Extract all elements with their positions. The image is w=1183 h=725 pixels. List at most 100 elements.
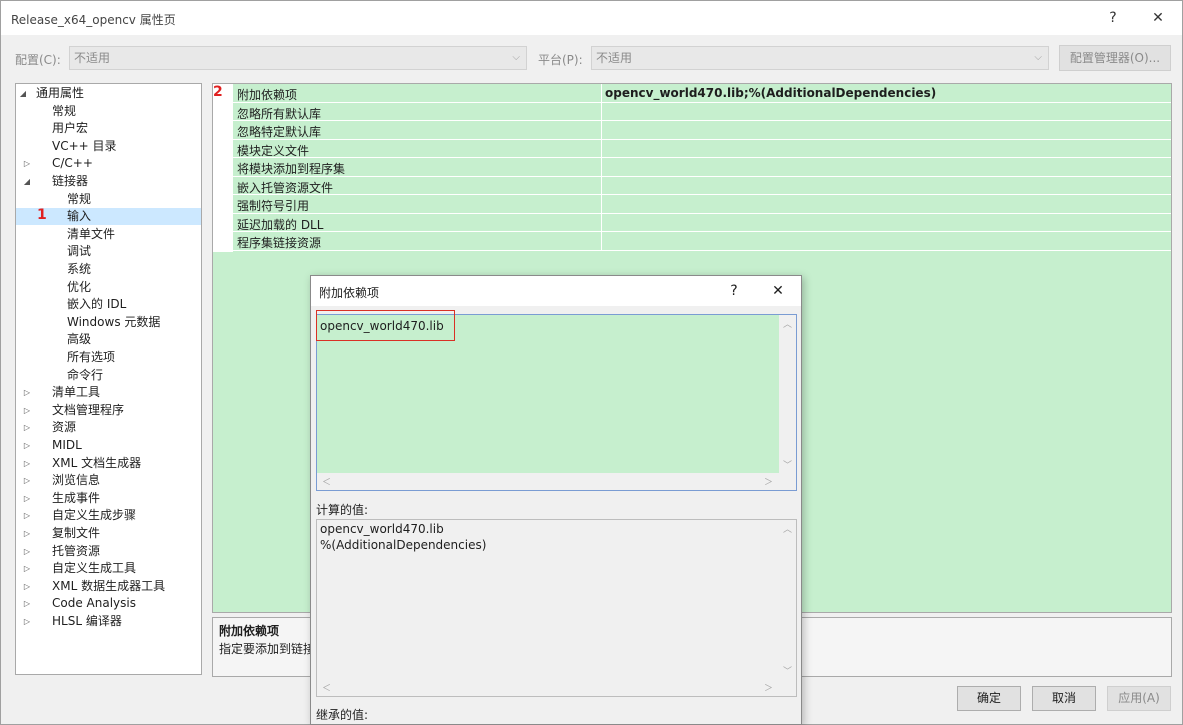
tree-item[interactable]: ▷ 自定义生成工具: [16, 560, 201, 577]
tree-item[interactable]: VC++ 目录: [16, 138, 201, 155]
cancel-button[interactable]: 取消: [1032, 686, 1096, 711]
edit-horizontal-scrollbar[interactable]: ＜ ＞: [317, 473, 796, 490]
tree-item[interactable]: 所有选项: [16, 349, 201, 366]
tree-item[interactable]: 高级: [16, 331, 201, 348]
tree-item[interactable]: ▷ Code Analysis: [16, 595, 201, 612]
computed-value-label: 计算的值:: [316, 503, 369, 517]
expand-icon[interactable]: ▷: [22, 507, 32, 524]
close-icon[interactable]: ✕: [1143, 7, 1173, 29]
scroll-right-icon[interactable]: ＞: [764, 475, 773, 488]
tree-item[interactable]: 常规: [16, 191, 201, 208]
column-separator[interactable]: [601, 213, 602, 231]
property-row[interactable]: 延迟加载的 DLL: [213, 213, 1171, 232]
chevron-down-icon: ⌵: [512, 52, 520, 63]
property-value[interactable]: opencv_world470.lib;%(AdditionalDependen…: [605, 86, 936, 100]
ok-button[interactable]: 确定: [957, 686, 1021, 711]
tree-item[interactable]: 用户宏: [16, 120, 201, 137]
platform-select[interactable]: 不适用 ⌵: [591, 46, 1049, 70]
tree-item[interactable]: ◢ 链接器: [16, 173, 201, 190]
tree-item[interactable]: 命令行: [16, 367, 201, 384]
apply-button[interactable]: 应用(A): [1107, 686, 1171, 711]
scroll-up-icon[interactable]: ︿: [783, 317, 792, 330]
tree-item[interactable]: ▷ C/C++: [16, 155, 201, 172]
expand-icon[interactable]: ▷: [22, 525, 32, 542]
column-separator[interactable]: [601, 232, 602, 250]
scroll-down-icon[interactable]: ﹀: [783, 458, 792, 471]
tree-item[interactable]: ▷ 托管资源: [16, 543, 201, 560]
tree-item[interactable]: ▷ 自定义生成步骤: [16, 507, 201, 524]
tree-item[interactable]: ▷ 文档管理程序: [16, 402, 201, 419]
column-separator[interactable]: [601, 139, 602, 157]
expand-icon[interactable]: ▷: [22, 578, 32, 595]
property-row[interactable]: 程序集链接资源: [213, 232, 1171, 251]
dialog-close-icon[interactable]: ✕: [765, 280, 791, 302]
collapse-icon[interactable]: ◢: [22, 173, 32, 190]
computed-horizontal-scrollbar[interactable]: ＜ ＞: [317, 679, 796, 696]
expand-icon[interactable]: ▷: [22, 595, 32, 612]
tree-item[interactable]: ▷ 资源: [16, 419, 201, 436]
expand-icon[interactable]: ▷: [22, 613, 32, 630]
tree-item[interactable]: ◢ 通用属性: [16, 85, 201, 102]
description-text: 指定要添加到链接: [219, 642, 316, 656]
expand-icon[interactable]: ▷: [22, 419, 32, 436]
tree-item[interactable]: 优化: [16, 279, 201, 296]
property-row[interactable]: 忽略特定默认库: [213, 121, 1171, 140]
property-row[interactable]: 忽略所有默认库: [213, 102, 1171, 121]
tree-item[interactable]: 常规: [16, 103, 201, 120]
expand-icon[interactable]: ▷: [22, 437, 32, 454]
configuration-manager-button[interactable]: 配置管理器(O)...: [1059, 45, 1171, 71]
help-icon[interactable]: ?: [1098, 7, 1128, 29]
expand-icon[interactable]: ▷: [22, 560, 32, 577]
tree-item[interactable]: ▷ HLSL 编译器: [16, 613, 201, 630]
property-row[interactable]: 将模块添加到程序集: [213, 158, 1171, 177]
scroll-up-icon[interactable]: ︿: [783, 522, 792, 535]
tree-item-label: 资源: [52, 420, 77, 435]
tree-item-label: 清单工具: [52, 385, 101, 400]
property-row[interactable]: 嵌入托管资源文件: [213, 176, 1171, 195]
tree-item[interactable]: Windows 元数据: [16, 314, 201, 331]
expand-icon[interactable]: ▷: [22, 155, 32, 172]
computed-vertical-scrollbar[interactable]: ︿ ﹀: [779, 520, 796, 679]
column-separator[interactable]: [601, 84, 602, 102]
title-bar: Release_x64_opencv 属性页 ? ✕: [1, 1, 1182, 35]
platform-label: 平台(P):: [538, 53, 583, 67]
tree-item[interactable]: 嵌入的 IDL: [16, 296, 201, 313]
expand-icon[interactable]: ▷: [22, 543, 32, 560]
scroll-left-icon[interactable]: ＜: [322, 475, 331, 488]
tree-item[interactable]: ▷ 生成事件: [16, 490, 201, 507]
tree-item[interactable]: 1 输入: [16, 207, 201, 226]
property-name: 忽略特定默认库: [237, 125, 322, 139]
expand-icon[interactable]: ▷: [22, 490, 32, 507]
tree-item[interactable]: ▷ XML 文档生成器: [16, 455, 201, 472]
config-select[interactable]: 不适用 ⌵: [69, 46, 527, 70]
column-separator[interactable]: [601, 121, 602, 139]
config-label: 配置(C):: [15, 53, 61, 67]
expand-icon[interactable]: ▷: [22, 402, 32, 419]
edit-vertical-scrollbar[interactable]: ︿ ﹀: [779, 315, 796, 473]
tree-item[interactable]: ▷ 复制文件: [16, 525, 201, 542]
tree-item[interactable]: ▷ XML 数据生成器工具: [16, 578, 201, 595]
window-title: Release_x64_opencv 属性页: [11, 13, 176, 27]
tree-item[interactable]: 清单文件: [16, 226, 201, 243]
expand-icon[interactable]: ▷: [22, 384, 32, 401]
scroll-down-icon[interactable]: ﹀: [783, 664, 792, 677]
column-separator[interactable]: [601, 158, 602, 176]
property-row[interactable]: 强制符号引用: [213, 195, 1171, 214]
column-separator[interactable]: [601, 176, 602, 194]
column-separator[interactable]: [601, 102, 602, 120]
scroll-right-icon[interactable]: ＞: [764, 681, 773, 694]
property-row[interactable]: 模块定义文件: [213, 139, 1171, 158]
tree-item[interactable]: ▷ MIDL: [16, 437, 201, 454]
tree-item[interactable]: ▷ 浏览信息: [16, 472, 201, 489]
tree-item-label: 用户宏: [52, 121, 89, 136]
column-separator[interactable]: [601, 195, 602, 213]
expand-icon[interactable]: ▷: [22, 455, 32, 472]
scroll-left-icon[interactable]: ＜: [322, 681, 331, 694]
dialog-help-icon[interactable]: ?: [721, 280, 747, 302]
collapse-icon[interactable]: ◢: [18, 85, 28, 102]
expand-icon[interactable]: ▷: [22, 472, 32, 489]
tree-item[interactable]: 系统: [16, 261, 201, 278]
tree-item[interactable]: 调试: [16, 243, 201, 260]
tree-item[interactable]: ▷ 清单工具: [16, 384, 201, 401]
property-row[interactable]: 附加依赖项 opencv_world470.lib;%(AdditionalDep…: [213, 84, 1171, 103]
